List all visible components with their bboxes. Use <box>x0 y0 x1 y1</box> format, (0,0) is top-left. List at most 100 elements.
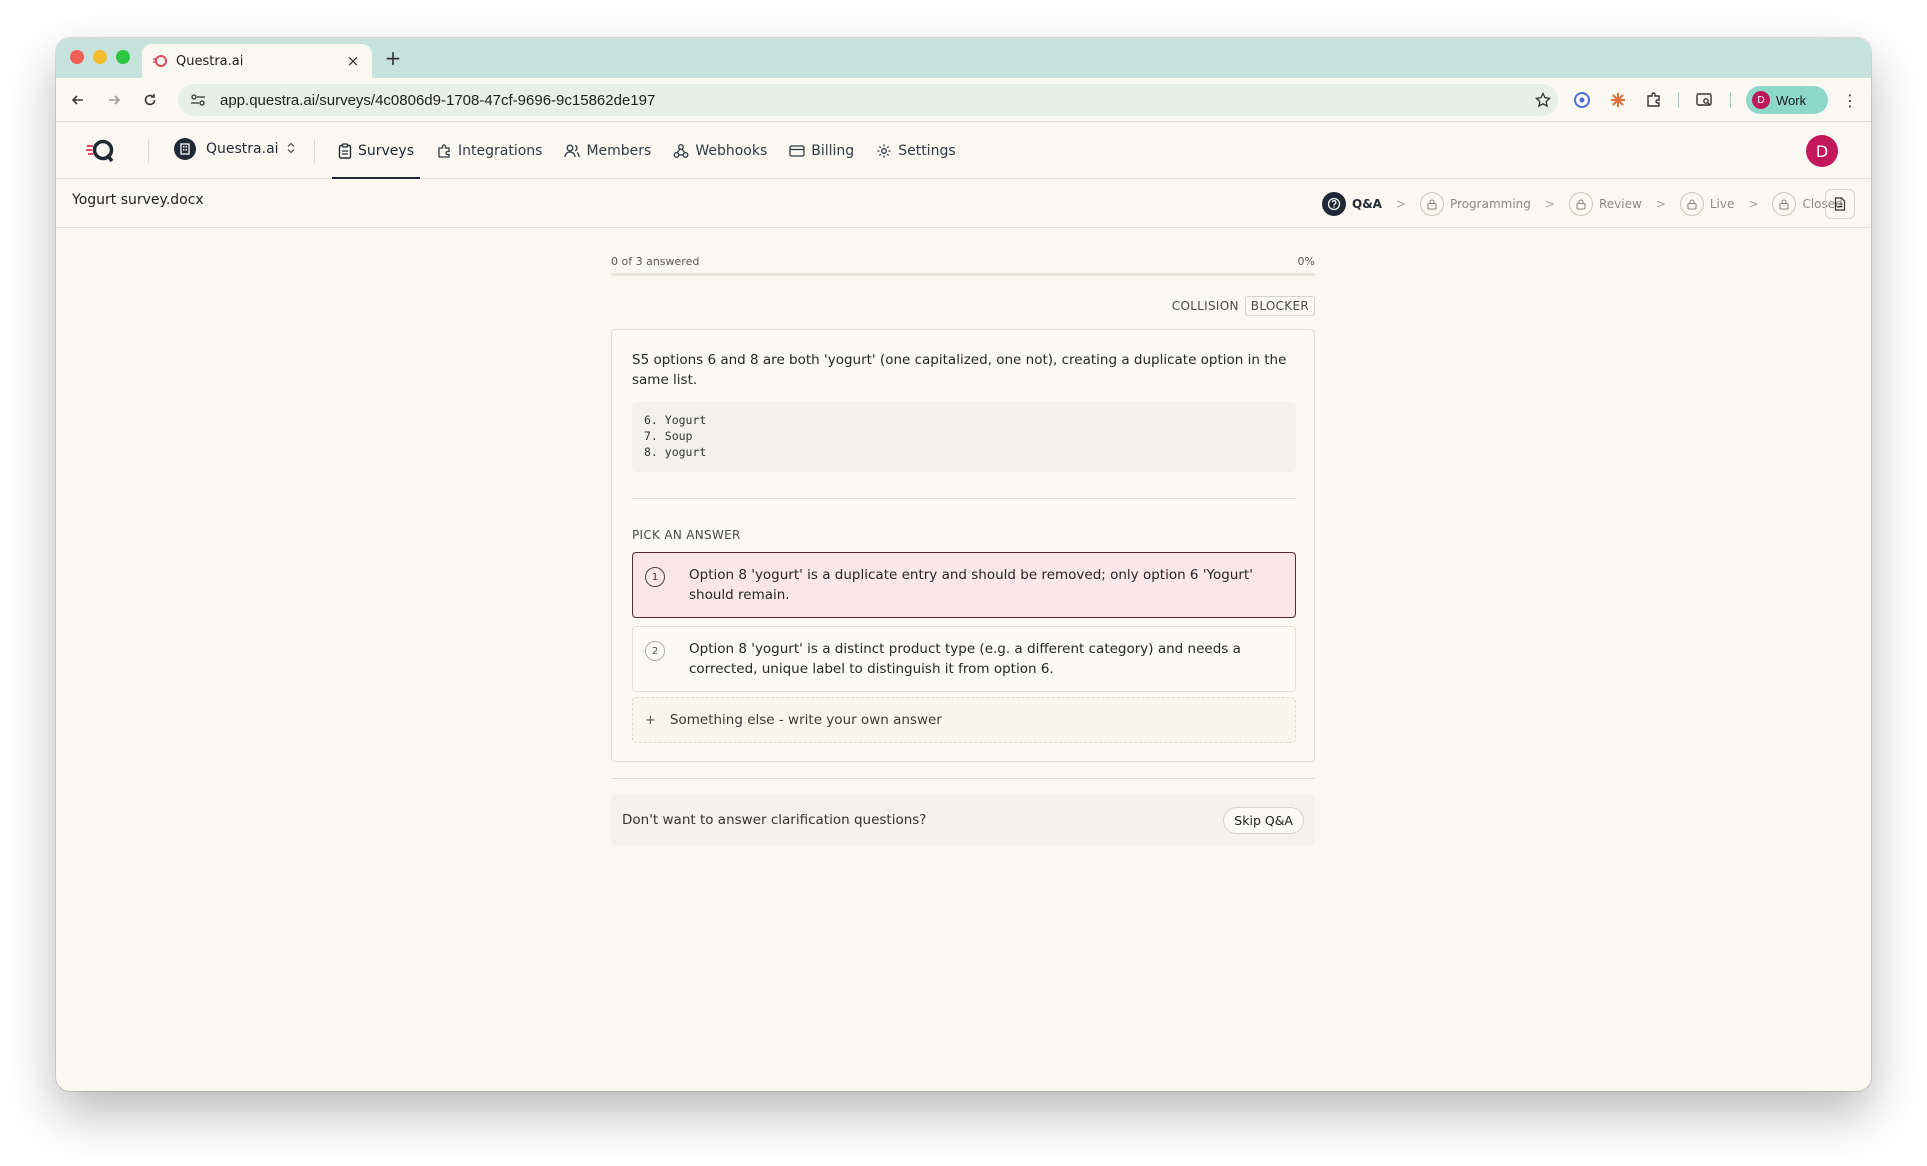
browser-tab[interactable]: Questra.ai × <box>142 44 372 78</box>
lock-icon <box>1568 192 1593 216</box>
profile-button[interactable]: D Work <box>1746 86 1828 114</box>
main-nav: Surveys Integrations Members Webhooks Bi… <box>332 122 972 179</box>
url-text: app.questra.ai/surveys/4c0806d9-1708-47c… <box>220 91 656 109</box>
step-review[interactable]: Review <box>1568 192 1642 216</box>
lock-icon <box>1679 192 1704 216</box>
questra-favicon-icon <box>152 53 168 69</box>
answer-option-1[interactable]: 1 Option 8 'yogurt' is a duplicate entry… <box>632 552 1296 618</box>
skip-qa-banner: Don't want to answer clarification quest… <box>611 794 1315 846</box>
option-number: 2 <box>645 641 665 661</box>
org-name: Questra.ai <box>206 141 279 157</box>
step-programming[interactable]: Programming <box>1420 192 1531 216</box>
building-icon <box>174 138 196 160</box>
back-arrow-icon[interactable] <box>66 88 90 112</box>
site-settings-icon[interactable] <box>190 93 210 107</box>
questra-logo-icon[interactable] <box>86 138 116 164</box>
tab-search-icon[interactable] <box>1694 90 1714 110</box>
maximize-window-button[interactable] <box>116 50 130 64</box>
question-tags: COLLISION BLOCKER <box>1172 296 1315 316</box>
nav-webhooks[interactable]: Webhooks <box>667 122 773 179</box>
skip-prompt: Don't want to answer clarification quest… <box>622 812 927 828</box>
progress-bar <box>611 273 1315 276</box>
answer-option-2[interactable]: 2 Option 8 'yogurt' is a distinct produc… <box>632 626 1296 692</box>
users-icon <box>564 144 581 157</box>
survey-filename: Yogurt survey.docx <box>72 192 204 208</box>
chevron-right-icon: > <box>1655 197 1666 211</box>
nav-billing[interactable]: Billing <box>783 122 860 179</box>
card-divider <box>632 498 1296 499</box>
browser-menu-icon[interactable]: ⋮ <box>1840 90 1860 110</box>
puzzle-icon <box>438 143 450 158</box>
minimize-window-button[interactable] <box>93 50 107 64</box>
nav-members-label: Members <box>586 142 652 159</box>
close-window-button[interactable] <box>70 50 84 64</box>
chevron-right-icon: > <box>1395 197 1407 211</box>
plus-icon: + <box>645 712 656 728</box>
step-live-label: Live <box>1709 197 1735 211</box>
step-programming-label: Programming <box>1450 197 1531 211</box>
reload-icon[interactable] <box>138 88 162 112</box>
progress-answered: 0 of 3 answered <box>611 255 700 268</box>
step-live[interactable]: Live <box>1679 192 1735 216</box>
step-qa[interactable]: Q&A <box>1322 192 1382 216</box>
section-divider <box>611 778 1315 779</box>
code-snippet: 6. Yogurt 7. Soup 8. yogurt <box>632 402 1296 472</box>
nav-billing-label: Billing <box>811 142 855 159</box>
pick-answer-label: PICK AN ANSWER <box>632 528 741 542</box>
progress-percent: 0% <box>1297 255 1315 268</box>
document-icon <box>1834 197 1846 211</box>
option-number: 1 <box>645 567 665 587</box>
nav-integrations[interactable]: Integrations <box>430 122 548 179</box>
code-line: 6. Yogurt <box>644 413 707 427</box>
lock-icon <box>1772 192 1797 216</box>
custom-answer-button[interactable]: + Something else - write your own answer <box>632 697 1296 743</box>
lock-icon <box>1420 192 1445 216</box>
progress-header: 0 of 3 answered 0% <box>611 255 1315 268</box>
nav-settings-label: Settings <box>898 142 956 159</box>
browser-window: Questra.ai × + app.questra.ai/surveys/4c… <box>56 38 1871 1091</box>
toolbar-separator <box>1678 92 1679 108</box>
survey-subheader: Yogurt survey.docx Q&A > Programming > R… <box>56 179 1871 228</box>
new-tab-button[interactable]: + <box>382 47 404 69</box>
code-line: 8. yogurt <box>644 445 707 459</box>
option-text: Option 8 'yogurt' is a distinct product … <box>689 641 1241 677</box>
step-review-label: Review <box>1598 197 1642 211</box>
profile-avatar: D <box>1752 91 1770 109</box>
header-separator <box>314 139 315 163</box>
tag-severity: BLOCKER <box>1244 296 1315 316</box>
webhook-icon <box>673 143 689 158</box>
extension-spark-icon[interactable] <box>1608 90 1628 110</box>
user-avatar[interactable]: D <box>1806 135 1838 167</box>
step-qa-label: Q&A <box>1352 197 1382 211</box>
extensions-puzzle-icon[interactable] <box>1644 90 1664 110</box>
tab-strip: Questra.ai × + <box>56 38 1871 78</box>
tab-close-icon[interactable]: × <box>344 52 362 70</box>
chevron-right-icon: > <box>1544 197 1555 211</box>
chevron-updown-icon <box>287 142 295 157</box>
nav-surveys-label: Surveys <box>358 142 414 159</box>
address-bar[interactable]: app.questra.ai/surveys/4c0806d9-1708-47c… <box>178 84 1558 116</box>
question-icon <box>1322 192 1346 216</box>
tag-type: COLLISION <box>1171 299 1239 313</box>
extension-g-icon[interactable] <box>1572 90 1592 110</box>
custom-answer-label: Something else - write your own answer <box>669 712 942 728</box>
nav-members[interactable]: Members <box>558 122 657 179</box>
nav-integrations-label: Integrations <box>458 142 543 159</box>
forward-arrow-icon[interactable] <box>102 88 126 112</box>
nav-settings[interactable]: Settings <box>870 122 961 179</box>
bookmark-star-icon[interactable] <box>1528 92 1558 108</box>
nav-webhooks-label: Webhooks <box>695 142 768 159</box>
credit-card-icon <box>789 144 805 157</box>
tab-title: Questra.ai <box>176 53 244 69</box>
clipboard-icon <box>338 142 352 159</box>
org-switcher[interactable]: Questra.ai <box>174 138 295 160</box>
option-text: Option 8 'yogurt' is a duplicate entry a… <box>689 567 1253 603</box>
app-header: Questra.ai Surveys Integrations Members … <box>56 122 1871 179</box>
code-line: 7. Soup <box>644 429 693 443</box>
toolbar-separator <box>1730 92 1731 108</box>
skip-qa-button[interactable]: Skip Q&A <box>1223 806 1304 834</box>
browser-toolbar: app.questra.ai/surveys/4c0806d9-1708-47c… <box>56 78 1871 122</box>
nav-surveys[interactable]: Surveys <box>332 122 420 179</box>
document-button[interactable] <box>1825 189 1855 219</box>
question-card: S5 options 6 and 8 are both 'yogurt' (on… <box>611 329 1315 762</box>
